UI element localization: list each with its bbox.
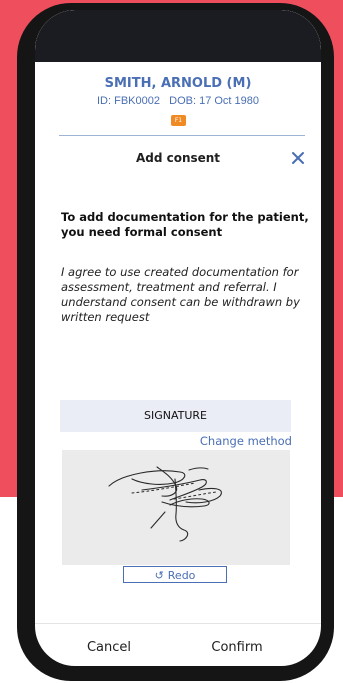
redo-button[interactable]: ↺ Redo (123, 566, 227, 583)
signature-pad[interactable] (62, 450, 290, 565)
close-icon (292, 152, 304, 164)
consent-agreement: I agree to use created documentation for… (61, 265, 300, 324)
patient-ids: ID: FBK0002 DOB: 17 Oct 1980 (96, 95, 260, 107)
close-button[interactable] (288, 148, 308, 168)
footer-divider (35, 623, 321, 624)
patient-header: SMITH, ARNOLD (M) ID: FBK0002 DOB: 17 Oc… (35, 62, 321, 135)
patient-name: SMITH, ARNOLD (M) (104, 76, 252, 91)
undo-icon: ↺ (154, 569, 164, 582)
change-method-link[interactable]: Change method (185, 434, 292, 448)
signature-drawing (108, 466, 222, 542)
redo-label: Redo (167, 569, 196, 582)
header-divider (59, 135, 305, 136)
status-badge: F1 (171, 115, 186, 126)
signature-label: SIGNATURE (60, 400, 291, 432)
phone-notch (35, 10, 321, 62)
modal-title: Add consent (135, 151, 221, 165)
cancel-button[interactable]: Cancel (65, 640, 153, 655)
consent-instruction: To add documentation for the patient, yo… (61, 210, 309, 239)
phone-screen: SMITH, ARNOLD (M) ID: FBK0002 DOB: 17 Oc… (35, 10, 321, 666)
confirm-button[interactable]: Confirm (193, 640, 281, 655)
